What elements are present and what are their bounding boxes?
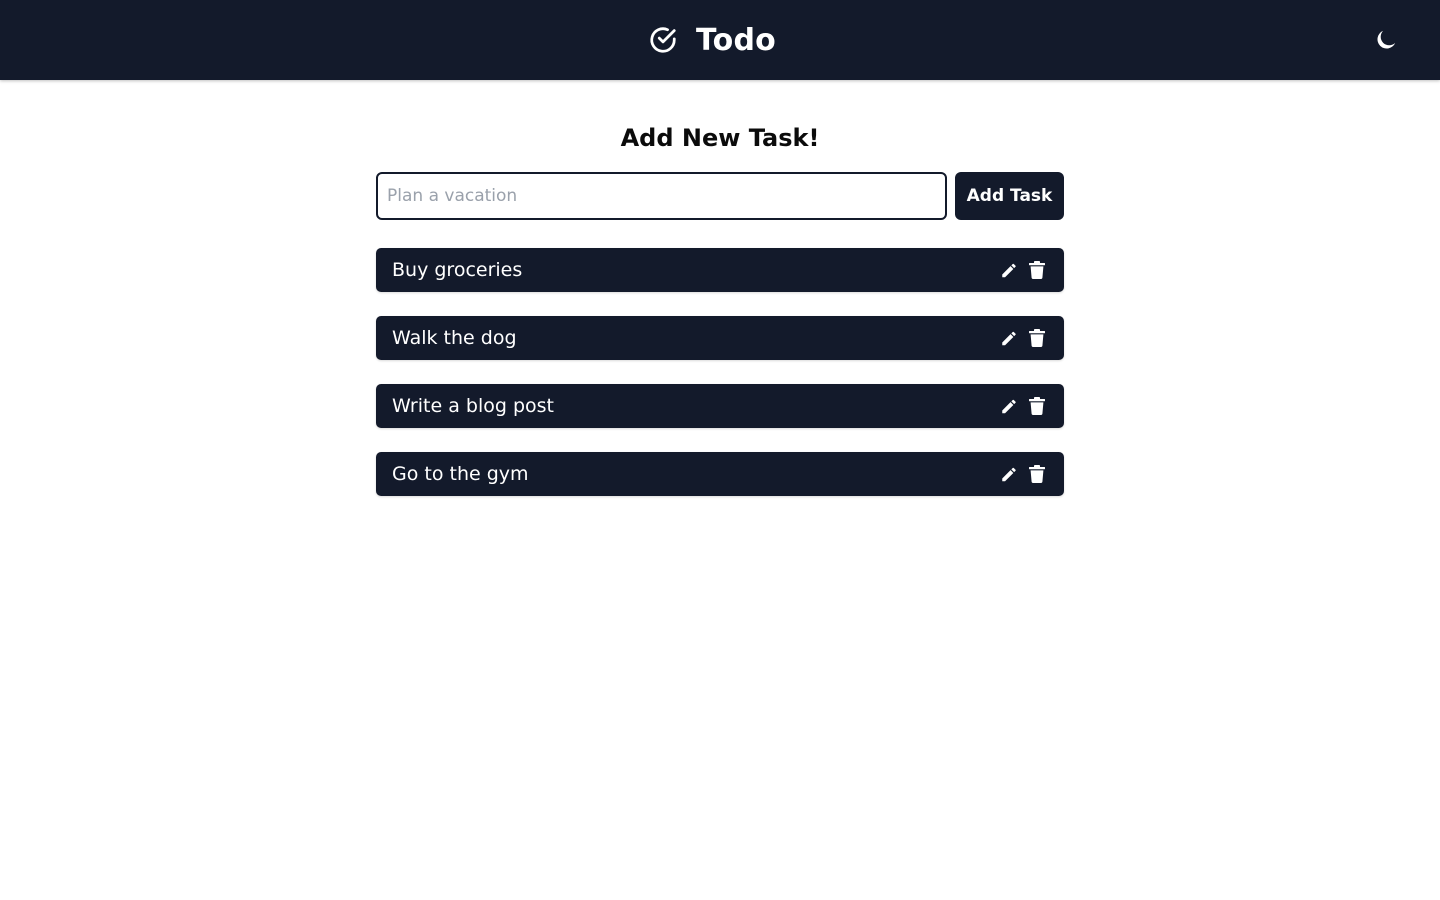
pencil-icon[interactable] (1000, 328, 1018, 348)
task-actions (1000, 384, 1046, 428)
app-title: Todo (696, 22, 776, 58)
task-item: Walk the dog (376, 316, 1064, 360)
add-task-button[interactable]: Add Task (955, 172, 1064, 220)
brand: Todo (648, 0, 776, 80)
pencil-icon[interactable] (1000, 396, 1018, 416)
trash-icon[interactable] (1028, 328, 1046, 348)
check-circle-icon (648, 25, 678, 55)
task-text: Walk the dog (392, 327, 517, 349)
task-text: Write a blog post (392, 395, 554, 417)
task-list: Buy groceries Walk the dog Write a blog … (376, 248, 1064, 520)
top-navbar: Todo (0, 0, 1440, 80)
pencil-icon[interactable] (1000, 464, 1018, 484)
trash-icon[interactable] (1028, 464, 1046, 484)
task-item: Buy groceries (376, 248, 1064, 292)
task-actions (1000, 248, 1046, 292)
trash-icon[interactable] (1028, 396, 1046, 416)
task-item: Go to the gym (376, 452, 1064, 496)
theme-toggle-button[interactable] (1370, 24, 1402, 56)
moon-icon (1373, 27, 1399, 53)
task-input[interactable] (376, 172, 947, 220)
task-text: Go to the gym (392, 463, 529, 485)
task-actions (1000, 316, 1046, 360)
pencil-icon[interactable] (1000, 260, 1018, 280)
trash-icon[interactable] (1028, 260, 1046, 280)
task-text: Buy groceries (392, 259, 523, 281)
add-task-heading: Add New Task! (620, 124, 820, 152)
task-item: Write a blog post (376, 384, 1064, 428)
task-actions (1000, 452, 1046, 496)
